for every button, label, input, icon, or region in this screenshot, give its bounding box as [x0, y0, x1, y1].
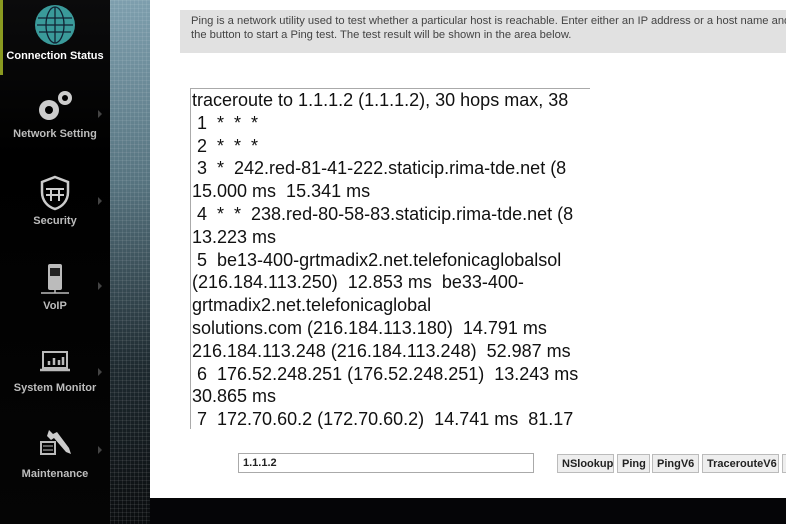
info-line: the button to start a Ping test. The tes… — [191, 29, 572, 41]
chevron-right-icon — [98, 368, 102, 376]
result-line: 3 * 242.red-81-41-222.staticip.rima-tde.… — [192, 158, 567, 179]
gears-icon — [39, 91, 72, 120]
sidebar-item-voip[interactable]: VoIP — [0, 260, 110, 312]
result-line: 7 172.70.60.2 (172.70.60.2) 14.741 ms 81… — [192, 409, 574, 429]
chevron-right-icon — [98, 446, 102, 454]
main-content: Ping is a network utility used to test w… — [150, 0, 786, 498]
sidebar: Connection Status Network Setting Securi… — [0, 0, 110, 524]
result-textarea[interactable]: traceroute to 1.1.1.2 (1.1.1.2), 30 hops… — [190, 88, 590, 429]
sidebar-item-connection-status[interactable]: Connection Status — [0, 4, 110, 62]
result-line: (216.184.113.250) 12.853 ms be33-400- — [192, 272, 524, 293]
pingv6-button[interactable]: PingV6 — [652, 454, 699, 473]
result-line: solutions.com (216.184.113.180) 14.791 m… — [192, 317, 547, 338]
sidebar-item-label: System Monitor — [13, 382, 97, 394]
traceroutev6-button[interactable]: TracerouteV6 — [702, 454, 779, 473]
host-input[interactable] — [238, 453, 534, 473]
shield-icon — [40, 175, 70, 211]
result-line: 6 176.52.248.251 (176.52.248.251) 13.243… — [192, 363, 579, 384]
chevron-right-icon — [98, 110, 102, 118]
phone-icon — [41, 264, 69, 294]
wrench-icon — [40, 430, 71, 455]
sidebar-item-label: VoIP — [43, 300, 67, 312]
chevron-right-icon — [98, 197, 102, 205]
sidebar-item-label: Network Setting — [13, 128, 97, 140]
more-button[interactable] — [782, 454, 786, 473]
sidebar-item-security[interactable]: Security — [0, 175, 110, 227]
result-line: 216.184.113.248 (216.184.113.248) 52.987… — [192, 340, 571, 361]
chevron-right-icon — [98, 282, 102, 290]
ping-button[interactable]: Ping — [617, 454, 650, 473]
result-line: 13.223 ms — [192, 226, 277, 247]
result-line: 15.000 ms 15.341 ms — [192, 181, 371, 202]
info-description: Ping is a network utility used to test w… — [180, 10, 786, 53]
nslookup-button[interactable]: NSlookup — [557, 454, 614, 473]
sidebar-item-maintenance[interactable]: Maintenance — [0, 424, 110, 480]
result-line: 2 * * * — [192, 135, 259, 156]
info-line: Ping is a network utility used to test w… — [191, 15, 786, 27]
sidebar-item-label: Maintenance — [21, 468, 89, 480]
sidebar-item-system-monitor[interactable]: System Monitor — [0, 346, 110, 394]
laptop-chart-icon — [40, 351, 70, 372]
decorative-strip — [110, 0, 150, 524]
sidebar-item-network-setting[interactable]: Network Setting — [0, 88, 110, 140]
sidebar-item-label: Connection Status — [6, 50, 104, 62]
result-line: 30.865 ms — [192, 386, 277, 407]
result-line: grtmadix2.net.telefonicaglobal — [192, 295, 432, 316]
result-line: 1 * * * — [192, 112, 259, 133]
sidebar-item-label: Security — [33, 215, 77, 227]
result-line: traceroute to 1.1.1.2 (1.1.1.2), 30 hops… — [192, 90, 569, 110]
result-line: 4 * * 238.red-80-58-83.staticip.rima-tde… — [192, 203, 574, 224]
globe-icon — [35, 5, 75, 45]
result-line: 5 be13-400-grtmadix2.net.telefonicagloba… — [192, 249, 562, 270]
